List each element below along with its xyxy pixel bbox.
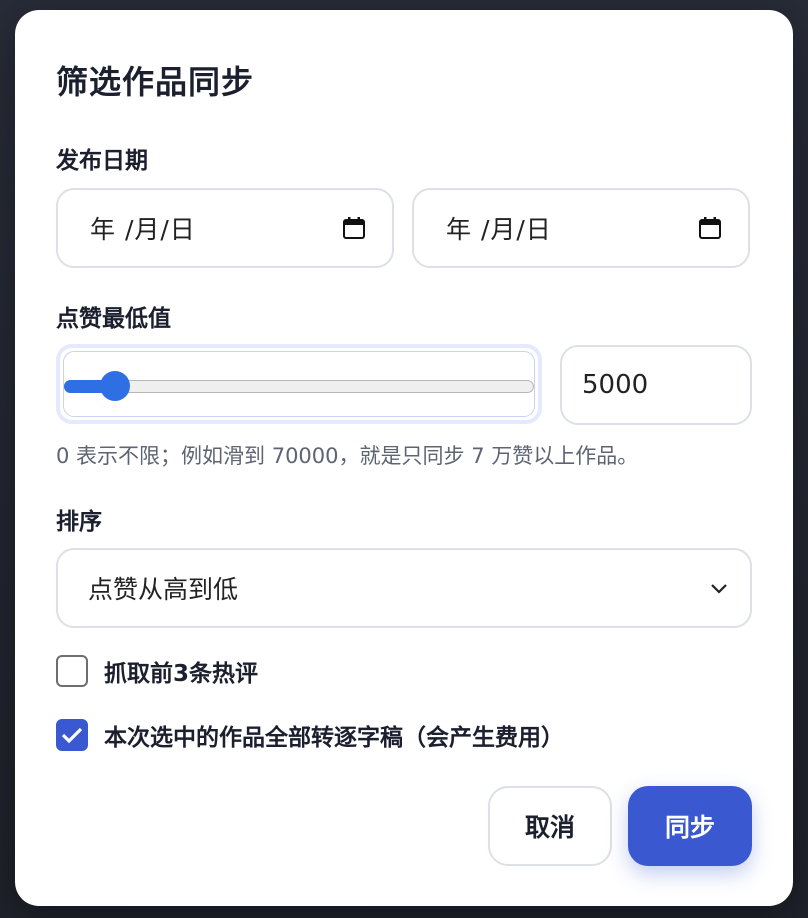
likes-min-input[interactable]: 5000 [560, 345, 752, 425]
fetch-comments-label: 抓取前3条热评 [104, 661, 259, 687]
likes-hint-text: 0 表示不限；例如滑到 70000，就是只同步 7 万赞以上作品。 [56, 444, 639, 468]
slider-track[interactable] [64, 380, 534, 393]
calendar-icon[interactable] [698, 216, 722, 240]
publish-date-label: 发布日期 [56, 148, 148, 174]
fetch-comments-option[interactable]: 抓取前3条热评 [56, 654, 258, 688]
chevron-down-icon [711, 584, 727, 594]
transcribe-label: 本次选中的作品全部转逐字稿（会产生费用） [104, 725, 564, 751]
cancel-button[interactable]: 取消 [488, 786, 612, 866]
dialog-title: 筛选作品同步 [56, 63, 255, 101]
transcribe-checkbox[interactable] [56, 719, 88, 751]
date-end-input[interactable]: 年 /月/日 [412, 188, 750, 268]
fetch-comments-checkbox[interactable] [56, 655, 88, 687]
slider-thumb[interactable] [100, 371, 130, 401]
checkmark-icon [61, 727, 83, 744]
sync-button[interactable]: 同步 [628, 786, 752, 866]
date-end-value: 年 /月/日 [446, 215, 552, 244]
sync-filter-dialog: 筛选作品同步 发布日期 年 /月/日 年 /月/日 点赞最低值 5000 0 表… [15, 10, 793, 906]
likes-slider[interactable] [56, 344, 542, 424]
sort-label: 排序 [56, 509, 102, 535]
calendar-icon[interactable] [342, 216, 366, 240]
sort-select[interactable]: 点赞从高到低 [56, 548, 752, 628]
sort-selected-value: 点赞从高到低 [88, 575, 239, 604]
transcribe-option[interactable]: 本次选中的作品全部转逐字稿（会产生费用） [56, 718, 564, 752]
date-start-input[interactable]: 年 /月/日 [56, 188, 394, 268]
date-start-value: 年 /月/日 [90, 215, 196, 244]
likes-min-label: 点赞最低值 [56, 306, 171, 332]
